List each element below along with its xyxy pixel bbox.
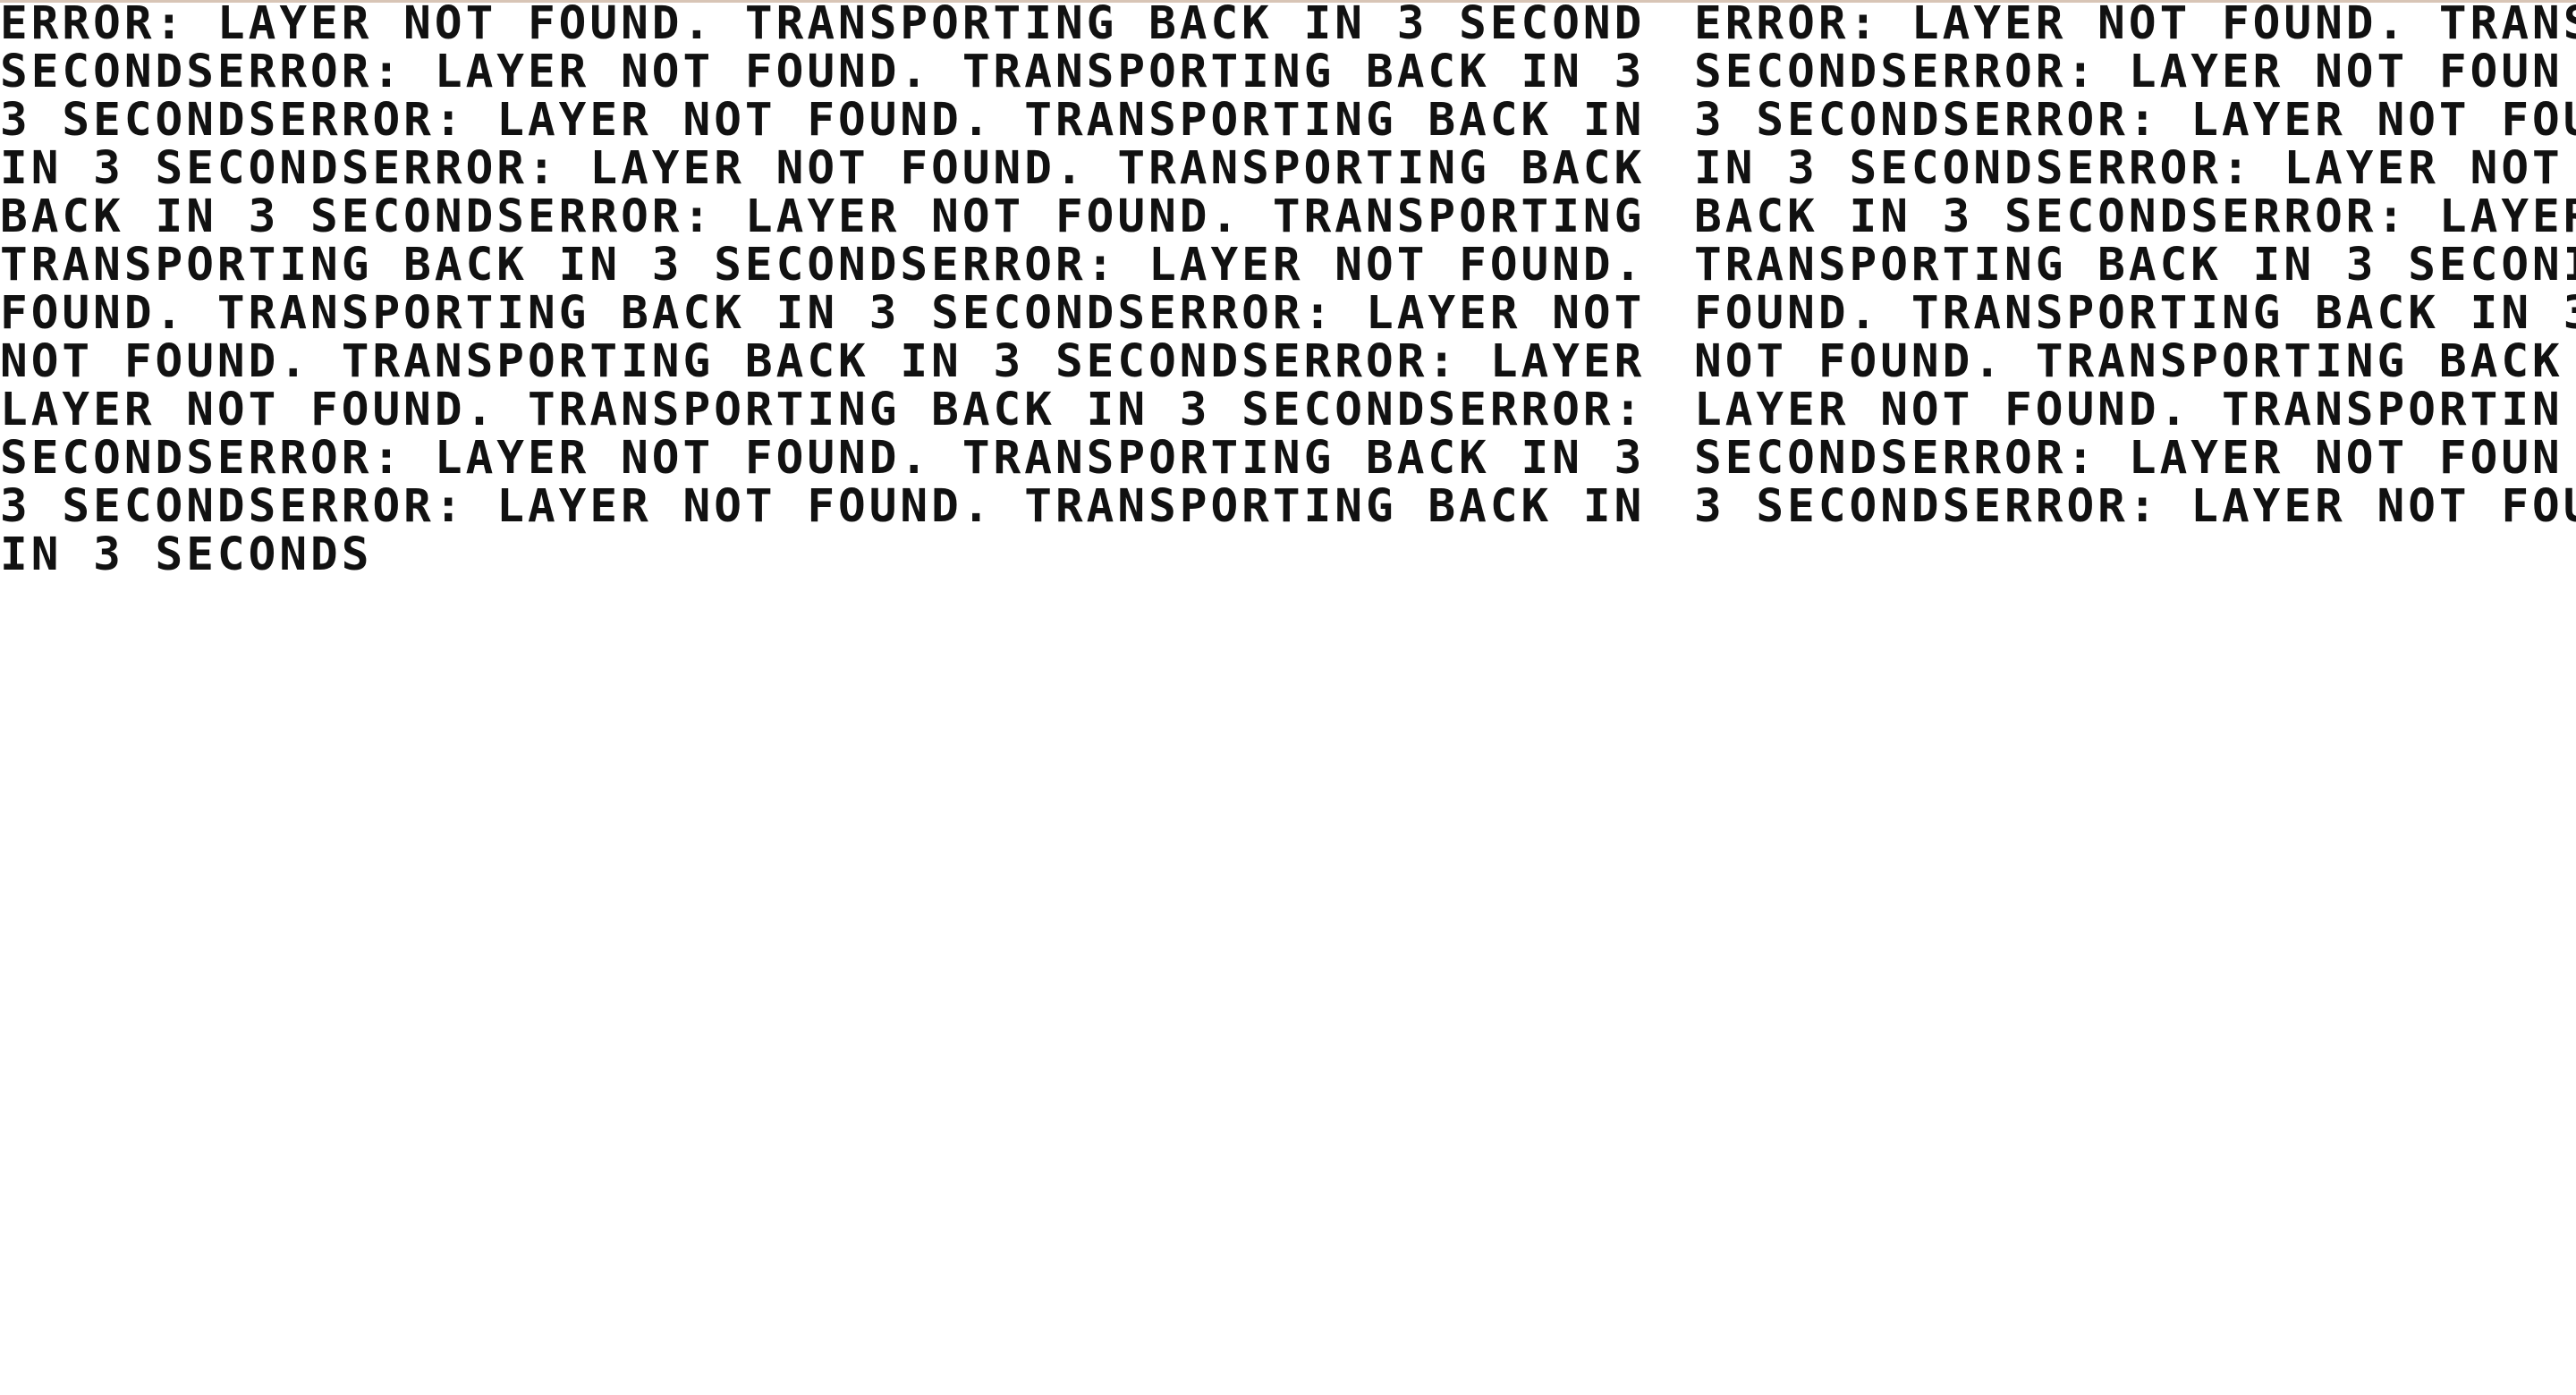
error-line: BACK IN 3 SECONDSERROR: LAYER: [1694, 190, 2576, 243]
error-line: TRANSPORTING BACK IN 3 SECONDSERROR: LAY…: [0, 239, 1646, 292]
error-line: SECONDSERROR: LAYER NOT FOUND. TRANSPORT…: [0, 46, 1646, 98]
error-line: 3 SECONDSERROR: LAYER NOT FOU: [1694, 94, 2576, 147]
error-line: 3 SECONDSERROR: LAYER NOT FOUND. TRANSPO…: [0, 94, 1646, 147]
error-line: SECONDSERROR: LAYER NOT FOUN: [1694, 46, 2563, 98]
error-line: IN 3 SECONDSERROR: LAYER NOT FOUND. TRAN…: [0, 142, 1646, 195]
error-line: 3 SECONDSERROR: LAYER NOT FOUND. TRANSPO…: [0, 480, 1646, 533]
error-line: ERROR: LAYER NOT FOUND. TRANSPORTING BAC…: [0, 0, 1646, 50]
error-message-right-column: ERROR: LAYER NOT FOUND. TRANS SECONDSERR…: [1694, 0, 2576, 531]
error-line: SECONDSERROR: LAYER NOT FOUND. TRANSPORT…: [0, 432, 1646, 485]
error-line: LAYER NOT FOUND. TRANSPORTING BACK IN 3 …: [0, 384, 1646, 436]
error-line: NOT FOUND. TRANSPORTING BACK IN 3 SECOND…: [0, 335, 1646, 388]
error-line: ERROR: LAYER NOT FOUND. TRANS: [1694, 0, 2576, 50]
error-line: LAYER NOT FOUND. TRANSPORTIN: [1694, 384, 2563, 436]
error-line: IN 3 SECONDS: [0, 528, 373, 579]
error-message-left-column: ERROR: LAYER NOT FOUND. TRANSPORTING BAC…: [0, 0, 1664, 579]
error-line: IN 3 SECONDSERROR: LAYER NOT: [1694, 142, 2563, 195]
error-line: SECONDSERROR: LAYER NOT FOUN: [1694, 432, 2563, 485]
error-line: NOT FOUND. TRANSPORTING BACK: [1694, 335, 2563, 388]
error-line: BACK IN 3 SECONDSERROR: LAYER NOT FOUND.…: [0, 190, 1646, 243]
error-line: FOUND. TRANSPORTING BACK IN 3: [1694, 287, 2576, 340]
error-line: TRANSPORTING BACK IN 3 SECONI: [1694, 239, 2576, 292]
error-line: 3 SECONDSERROR: LAYER NOT FOU: [1694, 480, 2576, 531]
error-line: FOUND. TRANSPORTING BACK IN 3 SECONDSERR…: [0, 287, 1646, 340]
